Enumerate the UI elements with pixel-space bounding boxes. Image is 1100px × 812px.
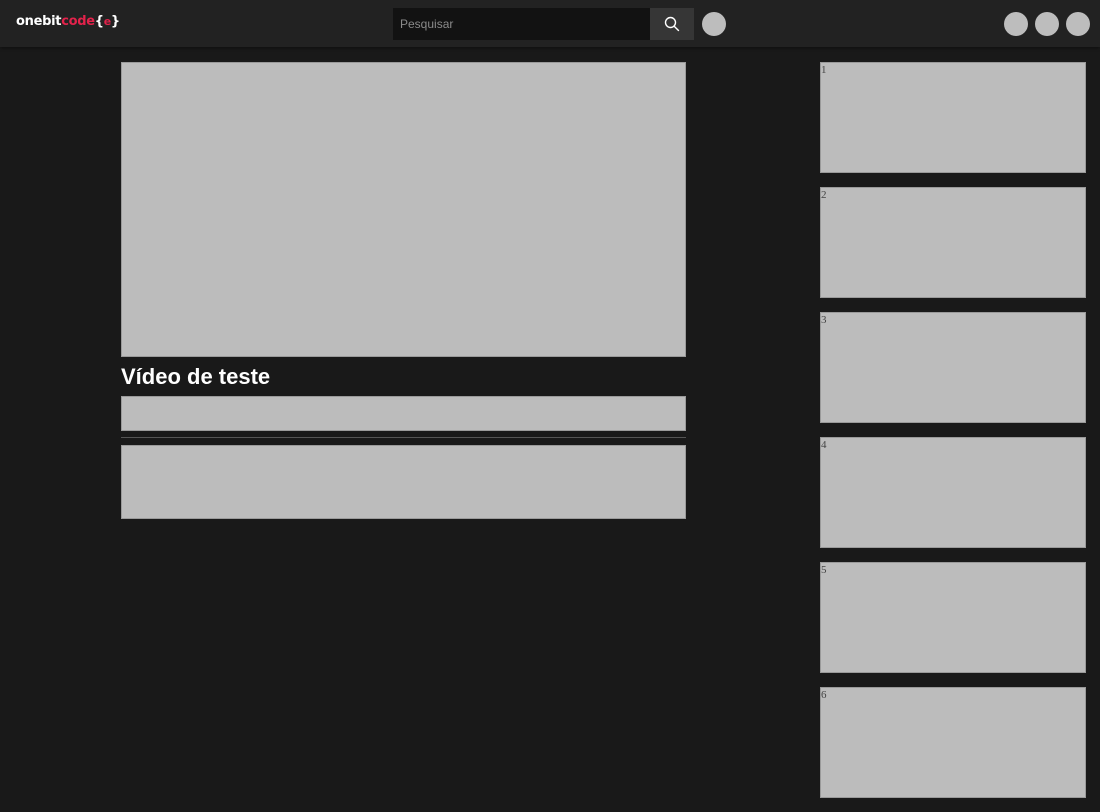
recommended-video[interactable]: 6 xyxy=(820,687,1086,798)
recommended-video[interactable]: 5 xyxy=(820,562,1086,673)
search-bar xyxy=(393,8,694,40)
search-icon xyxy=(664,16,680,32)
logo[interactable]: onebitcode{e} xyxy=(16,13,120,31)
video-player[interactable] xyxy=(121,62,686,357)
search-button[interactable] xyxy=(650,8,694,40)
recommended-video[interactable]: 1 xyxy=(820,62,1086,173)
divider xyxy=(121,437,686,438)
logo-text-onebit: onebit xyxy=(16,14,62,29)
recommended-video-number: 5 xyxy=(821,564,827,576)
recommended-video-number: 4 xyxy=(821,439,827,451)
recommended-video-number: 1 xyxy=(821,64,827,76)
search-input[interactable] xyxy=(393,8,650,40)
notifications-button[interactable] xyxy=(1035,12,1059,36)
video-title: Vídeo de teste xyxy=(121,364,271,389)
recommended-video[interactable]: 3 xyxy=(820,312,1086,423)
recommended-video[interactable]: 4 xyxy=(820,437,1086,548)
voice-search-button[interactable] xyxy=(702,12,726,36)
recommended-video-number: 3 xyxy=(821,314,827,326)
logo-text-code: code xyxy=(61,14,95,29)
recommended-video-number: 2 xyxy=(821,189,827,201)
create-button[interactable] xyxy=(1004,12,1028,36)
video-description[interactable] xyxy=(121,445,686,519)
avatar[interactable] xyxy=(1066,12,1090,36)
recommended-video-number: 6 xyxy=(821,689,827,701)
logo-mark: e xyxy=(103,15,111,28)
top-bar: onebitcode{e} xyxy=(0,0,1100,47)
recommended-video[interactable]: 2 xyxy=(820,187,1086,298)
logo-brace-close: } xyxy=(110,14,120,29)
channel-info-bar xyxy=(121,396,686,431)
logo-brace-open: { xyxy=(94,14,104,29)
